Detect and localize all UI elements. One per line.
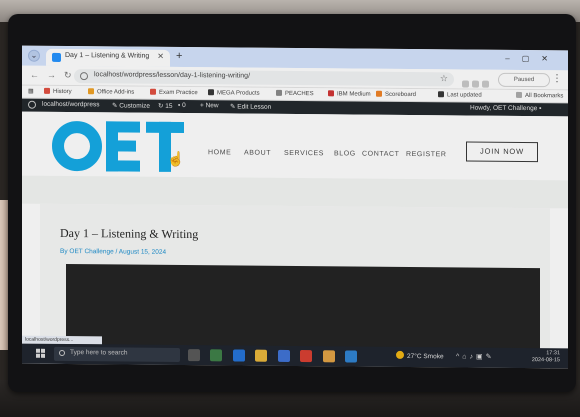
all-bookmarks[interactable]: All Bookmarks xyxy=(516,91,563,99)
new-tab-button[interactable]: + xyxy=(176,50,182,62)
nav-home[interactable]: HOME xyxy=(208,149,231,156)
start-icon[interactable] xyxy=(36,348,46,359)
tab-search-icon[interactable]: ⌄ xyxy=(28,49,40,62)
address-url: localhost/wordpress/lesson/day-1-listeni… xyxy=(94,71,251,80)
apps-icon[interactable]: ▦ xyxy=(28,88,34,95)
tab-title: Day 1 – Listening & Writing xyxy=(65,51,150,60)
bookmark-item[interactable]: Last updated xyxy=(438,91,482,99)
system-tray[interactable]: ^⌂♪▣✎ xyxy=(456,352,495,360)
pinned-apps xyxy=(188,348,363,368)
new-link[interactable]: + New xyxy=(200,102,219,109)
bookmark-item[interactable]: Office Add-ins xyxy=(88,88,134,96)
favicon-icon xyxy=(52,52,61,62)
post-title: Day 1 – Listening & Writing xyxy=(60,225,199,242)
task-view-icon[interactable] xyxy=(188,349,200,362)
bookmark-item[interactable]: Exam Practice xyxy=(150,88,198,96)
admin-site-link[interactable]: localhost/wordpress xyxy=(42,101,99,109)
nav-services[interactable]: SERVICES xyxy=(284,150,324,157)
customize-link[interactable]: ✎ Customize xyxy=(112,101,150,109)
bookmark-item[interactable]: Scoreboard xyxy=(376,90,416,98)
hand-cursor-icon: ☝ xyxy=(167,150,185,168)
weather-icon xyxy=(396,350,404,359)
nav-blog[interactable]: BLOG xyxy=(334,150,356,157)
weather-widget[interactable]: 27°C Smoke xyxy=(396,350,444,360)
browser-tab[interactable]: Day 1 – Listening & Writing ✕ xyxy=(46,48,170,67)
app-icon[interactable] xyxy=(210,349,223,362)
search-placeholder: Type here to search xyxy=(70,349,128,357)
bookmark-item[interactable]: History xyxy=(44,87,72,95)
updates-link[interactable]: ↻ 15 xyxy=(158,102,173,110)
bookmark-star-icon[interactable]: ☆ xyxy=(440,73,448,84)
photo-scene: ⌄ Day 1 – Listening & Writing ✕ + –▢✕ ←→… xyxy=(0,0,580,417)
nav-contact[interactable]: CONTACT xyxy=(362,151,400,158)
app-icon[interactable] xyxy=(345,350,358,363)
store-icon[interactable] xyxy=(277,349,290,362)
extensions-area[interactable] xyxy=(462,74,492,88)
monitor-screen: ⌄ Day 1 – Listening & Writing ✕ + –▢✕ ←→… xyxy=(22,45,568,369)
address-bar[interactable]: localhost/wordpress/lesson/day-1-listeni… xyxy=(74,69,454,87)
profile-button[interactable]: Paused xyxy=(498,72,550,88)
nav-about[interactable]: ABOUT xyxy=(244,150,271,157)
nav-register[interactable]: REGISTER xyxy=(406,151,447,158)
join-now-button[interactable]: JOIN NOW xyxy=(466,141,538,163)
oet-logo[interactable] xyxy=(52,120,184,172)
navigation-buttons[interactable]: ←→↻ xyxy=(30,70,80,81)
clock[interactable]: 17:31 2024-08-15 xyxy=(526,350,560,364)
taskbar-search[interactable]: Type here to search xyxy=(54,346,180,362)
edge-icon[interactable] xyxy=(232,349,245,362)
search-icon xyxy=(59,349,65,356)
comments-link[interactable]: ▪ 0 xyxy=(178,102,186,109)
edit-lesson-link[interactable]: ✎ Edit Lesson xyxy=(230,102,271,110)
wordpress-logo-icon[interactable] xyxy=(28,100,36,110)
clock-date: 2024-08-15 xyxy=(531,357,560,364)
bookmark-item[interactable]: IBM Medium xyxy=(328,90,371,98)
post-meta[interactable]: By OET Challenge / August 15, 2024 xyxy=(60,248,166,256)
howdy-account[interactable]: Howdy, OET Challenge ▪ xyxy=(470,105,541,113)
file-explorer-icon[interactable] xyxy=(255,349,268,362)
site-info-icon[interactable] xyxy=(80,72,88,81)
app-icon[interactable] xyxy=(322,350,335,363)
menu-icon[interactable]: ⋮ xyxy=(552,73,562,84)
app-icon[interactable] xyxy=(300,350,313,363)
close-tab-icon[interactable]: ✕ xyxy=(157,52,164,61)
bookmark-item[interactable]: PEACHES xyxy=(276,89,314,97)
site-header: ☝ HOME ABOUT SERVICES BLOG CONTACT REGIS… xyxy=(22,111,568,181)
logo-letter-o xyxy=(52,120,102,172)
window-controls[interactable]: –▢✕ xyxy=(505,54,560,63)
bookmark-item[interactable]: MEGA Products xyxy=(208,89,260,97)
logo-letter-e xyxy=(106,121,146,172)
